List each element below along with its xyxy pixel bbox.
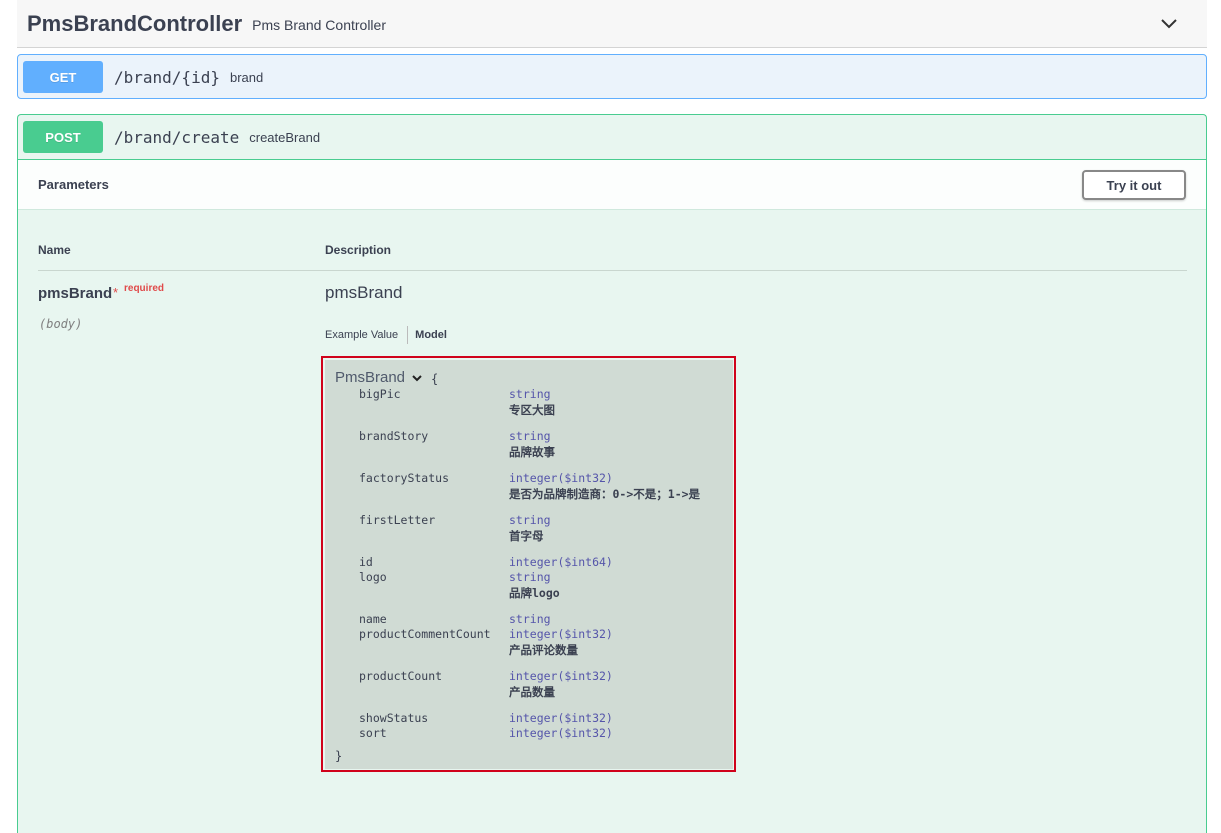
model-prop-type: string [509,570,551,584]
model-prop-type: string [509,513,551,527]
model-prop-type: integer($int32) [509,471,613,485]
param-location: (body) [39,317,83,331]
model-prop-name: id [359,555,373,569]
op-summary-text: createBrand [249,129,321,145]
model-prop-description: 品牌logo [509,586,560,600]
op-path: /brand/{id} [114,67,220,87]
required-star: * [113,285,119,300]
tab-model[interactable]: Model [415,329,447,341]
model-prop-type: integer($int32) [509,711,613,725]
model-title-row[interactable]: PmsBrand [335,369,424,386]
model-prop-type: string [509,387,551,401]
model-prop-description: 首字母 [509,529,544,543]
op-summary-get[interactable]: GET /brand/{id} brand [18,55,1206,99]
model-prop-description: 专区大图 [509,403,555,417]
model-prop-description: 产品评论数量 [509,643,578,657]
op-path: /brand/create [114,127,240,147]
parameters-title: Parameters [38,177,109,192]
tag-title: PmsBrandController [27,10,243,36]
model-prop-name: productCount [359,669,443,683]
model-prop-name: firstLetter [359,513,436,527]
chevron-down-icon[interactable] [1157,12,1181,36]
brace-open: { [431,372,439,386]
model-prop-name: showStatus [359,711,429,725]
method-badge-post: POST [23,121,103,153]
model-box: PmsBrand { } bigPic string 专区大图 brandStory s… [325,360,733,769]
tag-header[interactable]: PmsBrandController Pms Brand Controller [17,0,1207,48]
tab-example-value[interactable]: Example Value [325,329,398,341]
method-badge-get: GET [23,61,103,93]
model-prop-type: string [509,429,551,443]
model-prop-name: sort [359,726,387,740]
param-name: pmsBrand [38,285,113,302]
model-prop-type: integer($int64) [509,555,613,569]
model-prop-type: integer($int32) [509,726,613,740]
model-prop-name: productCommentCount [359,627,491,641]
model-prop-name: name [359,612,387,626]
model-title: PmsBrand [335,369,406,386]
brace-close: } [335,749,343,763]
opblock-get-brand: GET /brand/{id} brand [17,54,1207,99]
model-prop-name: logo [359,570,387,584]
try-it-out-button[interactable]: Try it out [1082,170,1186,200]
model-prop-name: bigPic [359,387,401,401]
param-description: pmsBrand [325,283,403,302]
model-prop-type: integer($int32) [509,669,613,683]
model-prop-type: string [509,612,551,626]
divider [38,270,1187,271]
tag-description: Pms Brand Controller [252,17,386,33]
model-prop-description: 是否为品牌制造商：0->不是；1->是 [509,487,701,501]
model-tabs: Example Value Model [325,326,447,344]
model-prop-description: 品牌故事 [509,445,555,459]
model-prop-type: integer($int32) [509,627,613,641]
model-prop-description: 产品数量 [509,685,555,699]
chevron-down-icon[interactable] [410,371,424,385]
model-prop-name: factoryStatus [359,471,450,485]
op-summary-text: brand [229,69,264,85]
op-summary-post[interactable]: POST /brand/create createBrand [18,115,1206,159]
model-prop-name: brandStory [359,429,429,443]
column-header-description: Description [325,243,392,257]
tab-separator [407,326,409,344]
column-header-name: Name [38,243,71,257]
parameters-header: Parameters Try it out [18,159,1206,210]
opblock-post-create: POST /brand/create createBrand Parameter… [17,114,1207,833]
required-label: required [124,283,165,294]
